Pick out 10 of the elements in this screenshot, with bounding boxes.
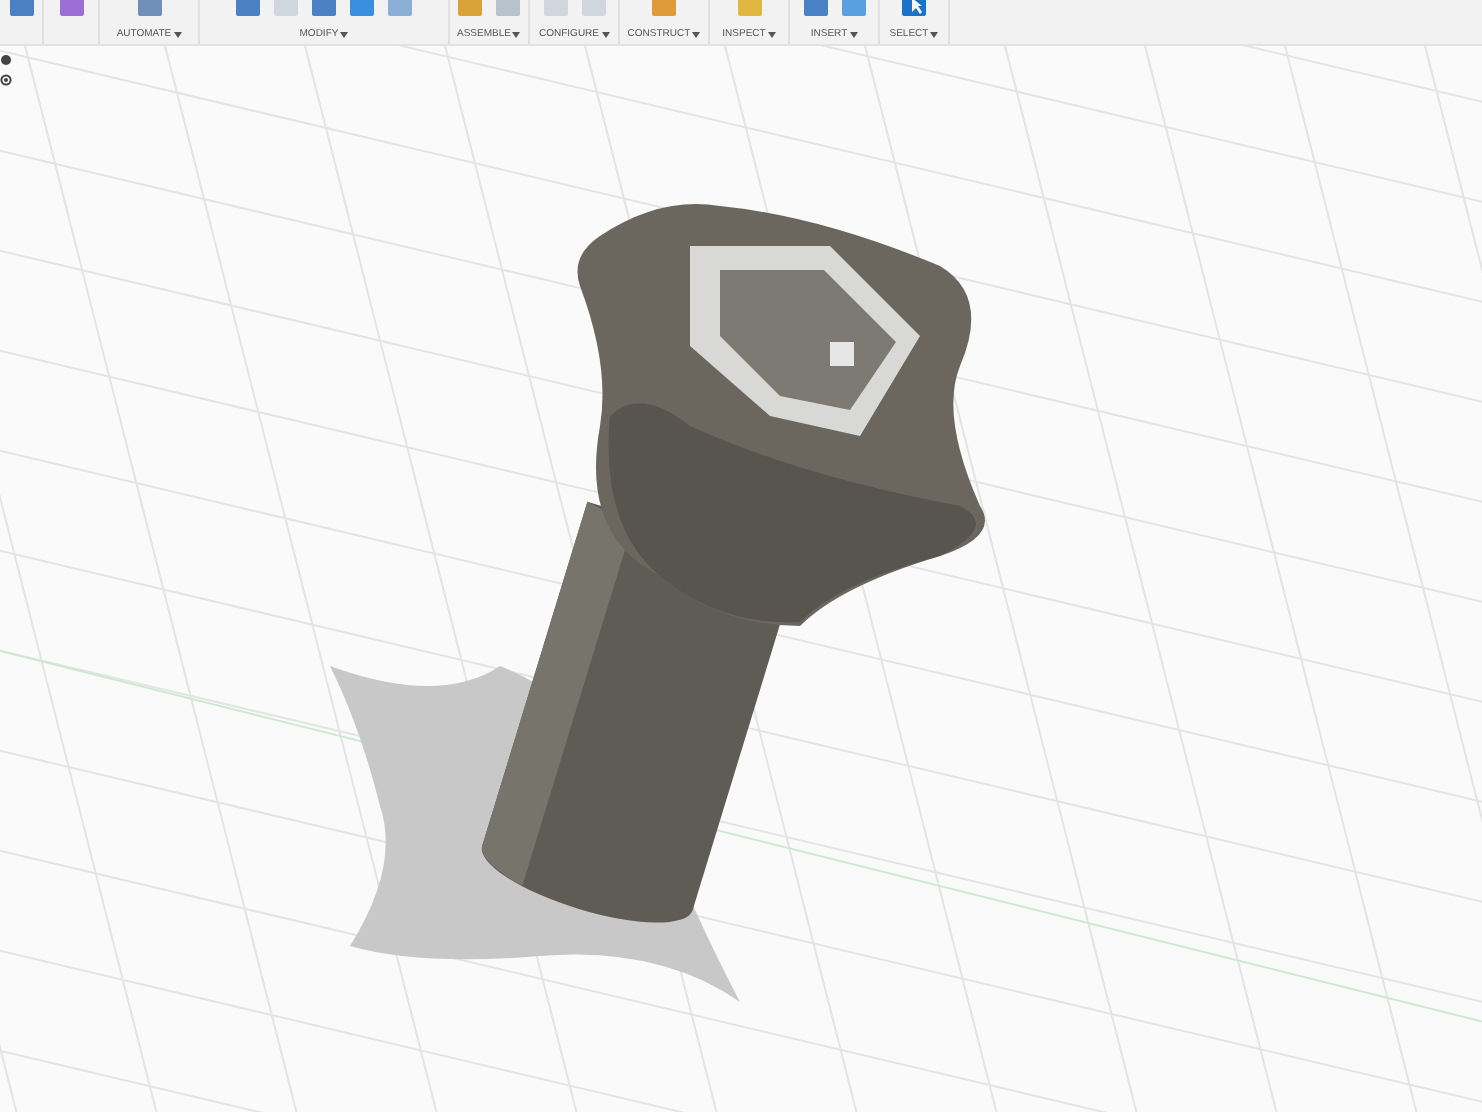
caret-icon [512, 31, 521, 37]
caret-icon [930, 31, 939, 37]
caret-icon [173, 31, 182, 37]
caret-icon [340, 31, 349, 37]
caret-icon [692, 31, 701, 37]
caret-icon [767, 31, 776, 37]
dot-icon[interactable] [0, 54, 12, 66]
caret-icon [601, 31, 609, 37]
target-icon[interactable] [0, 74, 12, 86]
caret-icon [849, 31, 858, 37]
